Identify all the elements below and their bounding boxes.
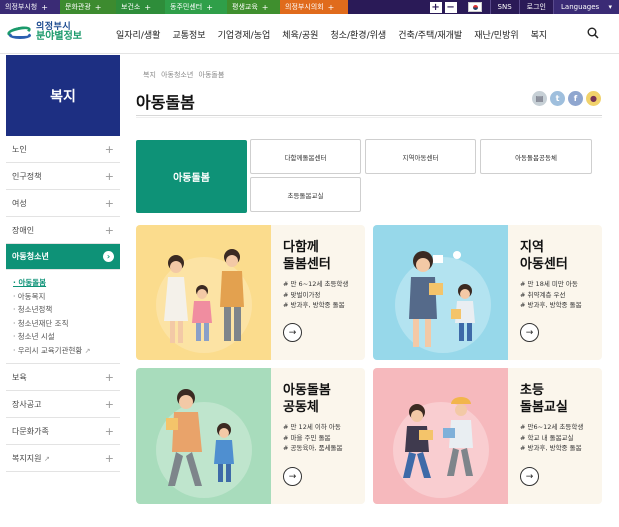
login-link[interactable]: 로그인 [518, 0, 553, 14]
card-together-care-center[interactable]: 다함께 돌봄센터 # 만 6~12세 초등학생 # 맞벌이가정 # 방과후, 방… [136, 225, 365, 360]
card-title: 지역 아동센터 [520, 240, 568, 272]
chevron-right-icon: › [103, 251, 114, 262]
print-icon[interactable]: ▤ [532, 91, 547, 106]
community-illustration [136, 368, 271, 504]
nav-item-welfare[interactable]: 복지 [531, 28, 548, 41]
external-link-icon: ↗ [44, 454, 50, 463]
submenu-youth-foundation[interactable]: · 청소년재단 조직 [13, 317, 120, 331]
external-link-icon: ↗ [84, 346, 91, 355]
submenu-child-welfare[interactable]: · 아동복지 [13, 290, 120, 304]
card-elementary-care-class[interactable]: 초등 돌봄교실 # 만6~12세 초등학생 # 학교 내 돌봄교실 # 방과후,… [373, 368, 602, 504]
card-care-community[interactable]: 아동돌봄 공동체 # 만 12세 이하 아동 # 마을 주민 돌봄 # 공동육아… [136, 368, 365, 504]
nav-item-sports[interactable]: 체육/공원 [282, 28, 318, 41]
sidebar-item-multicultural[interactable]: 다문화가족 + [6, 418, 120, 445]
korea-flag-icon [467, 2, 482, 12]
arrow-right-icon[interactable]: → [283, 323, 302, 342]
arrow-right-icon[interactable]: → [520, 467, 539, 486]
breadcrumb: 복지 아동청소년 아동돌봄 [143, 71, 225, 79]
plus-icon: + [104, 451, 114, 465]
arrow-right-icon[interactable]: → [520, 323, 539, 342]
card-tags: # 만 18세 미만 아동 # 취약계층 우선 # 방과후, 방학중 돌봄 [520, 280, 582, 309]
search-icon[interactable] [587, 27, 599, 39]
sidebar-item-welfare-support[interactable]: 복지지원 ↗ + [6, 445, 120, 472]
sidebar-item-population[interactable]: 인구정책 + [6, 163, 120, 190]
tab-care-community[interactable]: 아동돌봄공동체 [480, 139, 592, 174]
plus-icon: + [327, 2, 335, 12]
sidebar-item-women[interactable]: 여성 + [6, 190, 120, 217]
tab-lifelong-education[interactable]: 평생교육 + [227, 0, 280, 14]
tab-child-care-active[interactable]: 아동돌봄 [136, 140, 247, 213]
plus-icon: + [104, 424, 114, 438]
nav-item-jobs[interactable]: 일자리/생활 [116, 28, 160, 41]
tab-elementary-care-class[interactable]: 초등돌봄교실 [250, 177, 361, 212]
card-title: 초등 돌봄교실 [520, 383, 568, 415]
plus-icon: + [104, 370, 114, 384]
card-local-child-center[interactable]: 지역 아동센터 # 만 18세 미만 아동 # 취약계층 우선 # 방과후, 방… [373, 225, 602, 360]
plus-icon: + [104, 196, 114, 210]
facebook-icon[interactable]: f [568, 91, 583, 106]
submenu-youth-facility[interactable]: · 청소년 시설 [13, 330, 120, 344]
divider [136, 115, 602, 116]
nav-item-housing[interactable]: 건축/주택/재개발 [398, 28, 462, 41]
tab-local-child-center[interactable]: 지역아동센터 [365, 139, 476, 174]
site-header: 의정부시 분야별정보 일자리/생활 교통정보 기업경제/농업 체육/공원 청소/… [0, 14, 619, 54]
sidebar-item-disabled[interactable]: 장애인 + [6, 217, 120, 244]
students-illustration [373, 368, 508, 504]
sidebar-item-funeral[interactable]: 장사공고 + [6, 391, 120, 418]
plus-icon: + [261, 2, 269, 12]
tab-city-council[interactable]: 의정부시의회 + [280, 0, 348, 14]
tab-city-hall[interactable]: 의정부시청 + [0, 0, 60, 14]
utility-right: + − SNS 로그인 Languages ▾ [429, 0, 619, 14]
share-tools: ▤ t f ● [529, 91, 601, 106]
submenu-youth-policy[interactable]: · 청소년정책 [13, 303, 120, 317]
plus-icon: + [94, 2, 102, 12]
city-logo-icon [6, 22, 33, 42]
chevron-down-icon: ▾ [608, 3, 612, 11]
nav-item-traffic[interactable]: 교통정보 [172, 28, 205, 41]
sidebar-submenu: · 아동돌봄 · 아동복지 · 청소년정책 · 청소년재단 조직 · 청소년 시… [6, 270, 120, 364]
zoom-out-button[interactable]: − [444, 1, 457, 13]
nav-item-economy[interactable]: 기업경제/농업 [218, 28, 271, 41]
twitter-icon[interactable]: t [550, 91, 565, 106]
language-select[interactable]: Languages ▾ [553, 0, 619, 14]
tab-health-center[interactable]: 보건소 + [116, 0, 165, 14]
submenu-child-care[interactable]: · 아동돌봄 [13, 276, 120, 290]
sidebar-item-youth[interactable]: 아동청소년 › [6, 244, 120, 270]
reading-illustration [373, 225, 508, 360]
tab-culture-tour[interactable]: 문화관광 + [60, 0, 116, 14]
utility-bar: 의정부시청 + 문화관광 + 보건소 + 동주민센터 + 평생교육 + 의정부시의회 + +… [0, 0, 619, 14]
plus-icon: + [41, 2, 48, 12]
logo-subtitle: 분야별정보 [36, 31, 82, 42]
tab-together-care-center[interactable]: 다함께돌봄센터 [250, 139, 361, 174]
sidebar-item-childcare[interactable]: 보육 + [6, 364, 120, 391]
plus-icon: + [206, 2, 213, 12]
submenu-education-institutions[interactable]: · 우리시 교육기관현황 ↗ [13, 344, 120, 358]
plus-icon: + [104, 142, 114, 156]
plus-icon: + [144, 2, 152, 12]
divider [136, 117, 602, 118]
card-tags: # 만 12세 이하 아동 # 마을 주민 돌봄 # 공동육아, 품세돌봄 [283, 423, 343, 452]
side-nav: 노인 + 인구정책 + 여성 + 장애인 + 아동청소년 › · 아동돌봄 · 아동복지 … [6, 136, 120, 472]
site-logo[interactable]: 의정부시 분야별정보 [6, 22, 82, 42]
plus-icon: + [104, 223, 114, 237]
plus-icon: + [104, 397, 114, 411]
main-nav: 일자리/생활 교통정보 기업경제/농업 체육/공원 청소/환경/위생 건축/주택… [116, 28, 559, 41]
tab-community-center[interactable]: 동주민센터 + [165, 0, 227, 14]
nav-item-disaster[interactable]: 재난/민방위 [474, 28, 518, 41]
card-tags: # 만 6~12세 초등학생 # 맞벌이가정 # 방과후, 방학중 돌봄 [283, 280, 349, 309]
card-title: 다함께 돌봄센터 [283, 240, 331, 272]
zoom-in-button[interactable]: + [429, 1, 442, 13]
blog-icon[interactable]: ● [586, 91, 601, 106]
nav-item-environment[interactable]: 청소/환경/위생 [330, 28, 386, 41]
card-tags: # 만6~12세 초등학생 # 학교 내 돌봄교실 # 방과후, 방학중 돌봄 [520, 423, 584, 452]
sns-link[interactable]: SNS [489, 0, 519, 14]
family-illustration [136, 225, 271, 360]
sidebar-item-senior[interactable]: 노인 + [6, 136, 120, 163]
lnb-title: 복지 [6, 55, 120, 136]
page-title: 아동돌봄 [136, 93, 195, 112]
arrow-right-icon[interactable]: → [283, 467, 302, 486]
plus-icon: + [104, 169, 114, 183]
card-title: 아동돌봄 공동체 [283, 383, 331, 415]
